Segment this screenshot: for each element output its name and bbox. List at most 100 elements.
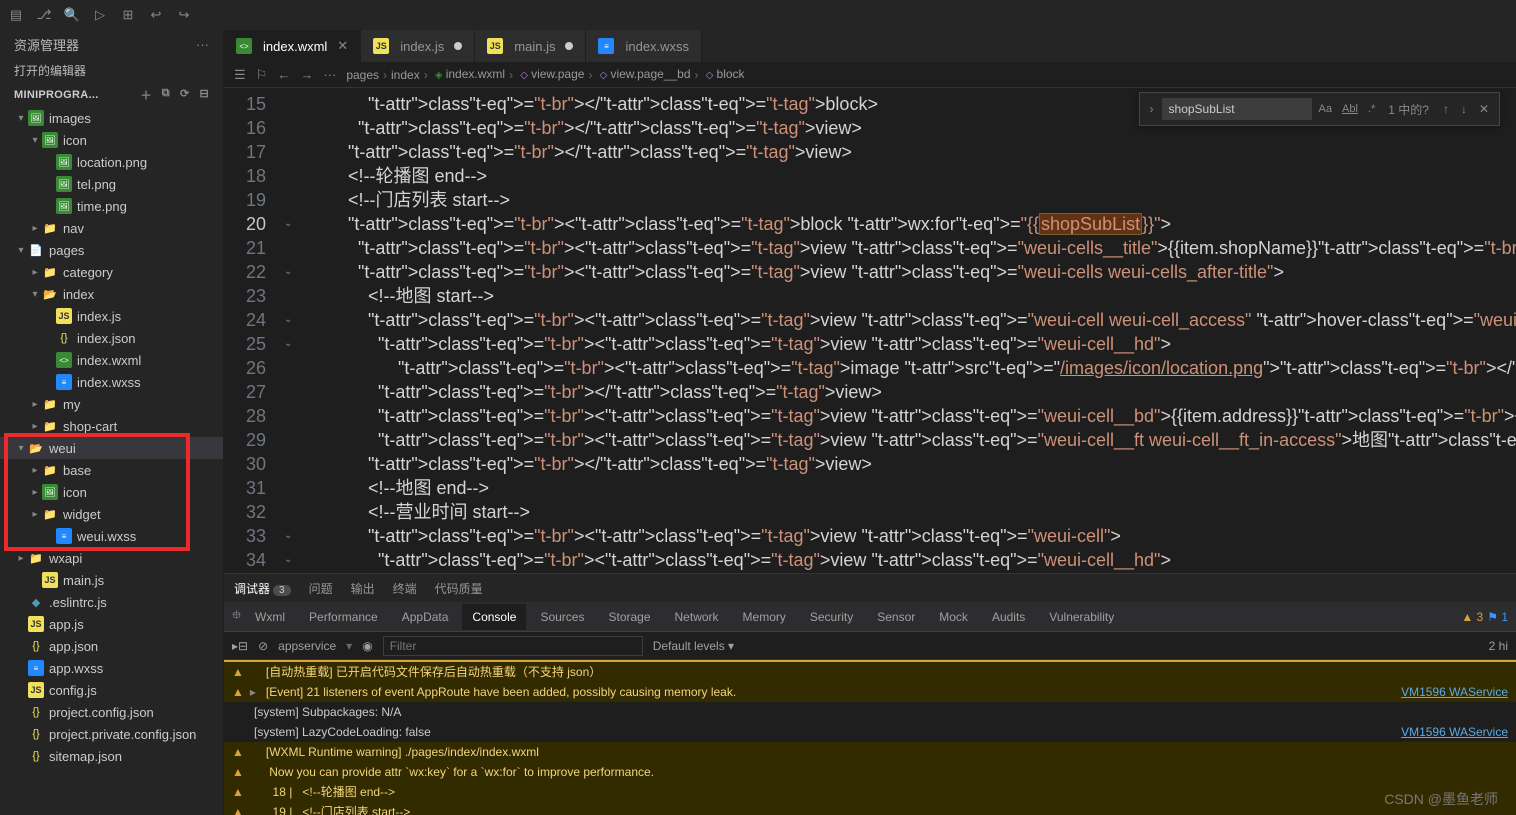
tree-item[interactable]: ▸📁shop-cart (0, 415, 223, 437)
more-icon[interactable]: ··· (323, 67, 336, 82)
tree-item[interactable]: 🖼location.png (0, 151, 223, 173)
devtool-tab-network[interactable]: Network (665, 604, 729, 630)
levels-select[interactable]: Default levels ▾ (653, 639, 734, 653)
editor-tab[interactable]: <>index.wxml✕ (224, 30, 361, 62)
tree-item[interactable]: JSindex.js (0, 305, 223, 327)
new-file-icon[interactable]: ＋ (140, 87, 151, 103)
clear-console-icon[interactable]: ⊘ (258, 639, 268, 653)
find-prev-icon[interactable]: ↑ (1439, 102, 1453, 116)
nav-fwd-icon[interactable]: → (300, 67, 313, 82)
tab-terminal[interactable]: 终端 (393, 580, 417, 597)
debug-icon[interactable]: ▷ (92, 7, 108, 23)
context-select[interactable]: appservice (278, 639, 336, 653)
tree-item[interactable]: ▸📁base (0, 459, 223, 481)
editor-tab[interactable]: JSindex.js (361, 30, 475, 62)
devtool-tab-storage[interactable]: Storage (598, 604, 660, 630)
tree-item[interactable]: ◆.eslintrc.js (0, 591, 223, 613)
eye-icon[interactable]: ◉ (362, 639, 372, 653)
tree-item[interactable]: ▸📁nav (0, 217, 223, 239)
tree-item[interactable]: ≡app.wxss (0, 657, 223, 679)
devtool-tab-sources[interactable]: Sources (530, 604, 594, 630)
tab-debugger[interactable]: 调试器3 (234, 580, 291, 597)
nav-back-icon[interactable]: ← (277, 67, 290, 82)
tree-item[interactable]: {}app.json (0, 635, 223, 657)
devtool-tab-wxml[interactable]: Wxml (245, 604, 295, 630)
close-icon[interactable]: ✕ (337, 38, 348, 54)
tree-item[interactable]: JSmain.js (0, 569, 223, 591)
devtool-tab-performance[interactable]: Performance (299, 604, 388, 630)
breadcrumb-item[interactable]: ◇block (703, 67, 745, 83)
bookmark-icon[interactable]: ⚐ (256, 67, 268, 83)
breadcrumb-item[interactable]: ◇view.page (517, 67, 584, 83)
source-link[interactable]: VM1596 WAService (1401, 723, 1508, 741)
back-icon[interactable]: ↩ (148, 7, 164, 23)
find-close-icon[interactable]: ✕ (1475, 102, 1493, 116)
search-icon[interactable]: 🔍 (64, 7, 80, 23)
files-icon[interactable]: ▤ (8, 7, 24, 23)
code-editor[interactable]: "t-attr">class"t-eq">="t-br"></"t-attr">… (298, 88, 1516, 573)
tree-item[interactable]: {}project.private.config.json (0, 723, 223, 745)
devtool-tab-console[interactable]: Console (462, 604, 526, 630)
refresh-icon[interactable]: ⟳ (180, 87, 190, 103)
tab-problems[interactable]: 问题 (309, 580, 333, 597)
regex[interactable]: .* (1365, 103, 1378, 115)
breadcrumb-item[interactable]: ◈index.wxml (432, 67, 505, 83)
devtool-tab-appdata[interactable]: AppData (392, 604, 459, 630)
devtool-tab-audits[interactable]: Audits (982, 604, 1035, 630)
tree-item[interactable]: ▾🖼images (0, 107, 223, 129)
breadcrumb[interactable]: pages›index›◈index.wxml›◇view.page›◇view… (346, 67, 744, 83)
breadcrumb-item[interactable]: pages (346, 68, 379, 82)
ext-icon[interactable]: ⊞ (120, 7, 136, 23)
tree-item[interactable]: ▸📁wxapi (0, 547, 223, 569)
breadcrumb-item[interactable]: index (391, 68, 420, 82)
tab-quality[interactable]: 代码质量 (435, 580, 483, 597)
tree-item[interactable]: <>index.wxml (0, 349, 223, 371)
toggle-sidebar-icon[interactable]: ▸⊟ (232, 639, 248, 653)
tree-item[interactable]: JSconfig.js (0, 679, 223, 701)
devtool-tab-mock[interactable]: Mock (929, 604, 978, 630)
tree-item[interactable]: ▾📄pages (0, 239, 223, 261)
tree-item[interactable]: JSapp.js (0, 613, 223, 635)
tree-item[interactable]: ▾🖼icon (0, 129, 223, 151)
tree-item[interactable]: ▸📁widget (0, 503, 223, 525)
fold-column[interactable]: ⌄⌄⌄⌄⌄⌄ (284, 88, 298, 573)
tree-item[interactable]: ▾📂index (0, 283, 223, 305)
tree-item[interactable]: {}index.json (0, 327, 223, 349)
tab-output[interactable]: 输出 (351, 580, 375, 597)
console-output[interactable]: ▲ [自动热重载] 已开启代码文件保存后自动热重载（不支持 json）▲▸[Ev… (224, 660, 1516, 815)
warn-count[interactable]: ▲ 3 (1461, 610, 1483, 624)
tree-item[interactable]: ▾📂weui (0, 437, 223, 459)
find-input[interactable] (1162, 98, 1312, 120)
find-next-icon[interactable]: ↓ (1457, 102, 1471, 116)
filter-input[interactable] (383, 636, 643, 656)
collapse-icon[interactable]: ⊟ (199, 87, 209, 103)
devtool-tab-vulnerability[interactable]: Vulnerability (1039, 604, 1124, 630)
info-count[interactable]: ⚑ 1 (1487, 610, 1508, 624)
forward-icon[interactable]: ↪ (176, 7, 192, 23)
devtool-tab-security[interactable]: Security (800, 604, 863, 630)
open-editors-header[interactable]: 打开的编辑器 (0, 58, 223, 83)
devtool-tab-sensor[interactable]: Sensor (867, 604, 925, 630)
tree-item[interactable]: ≡weui.wxss (0, 525, 223, 547)
editor-tab[interactable]: ≡index.wxss (586, 30, 702, 62)
more-icon[interactable]: ··· (196, 37, 209, 52)
list-icon[interactable]: ☰ (234, 67, 246, 83)
editor-tab[interactable]: JSmain.js (475, 30, 586, 62)
tree-item[interactable]: 🖼time.png (0, 195, 223, 217)
match-case[interactable]: Aa (1316, 103, 1335, 115)
tree-item[interactable]: ▸📁my (0, 393, 223, 415)
devtool-tab-memory[interactable]: Memory (733, 604, 796, 630)
tree-item[interactable]: ▸📁category (0, 261, 223, 283)
new-folder-icon[interactable]: ⧉ (162, 87, 170, 103)
source-link[interactable]: VM1596 WAService (1401, 683, 1508, 701)
whole-word[interactable]: Abl (1339, 103, 1361, 115)
breadcrumb-item[interactable]: ◇view.page__bd (596, 67, 690, 83)
project-name[interactable]: MINIPROGRA... (14, 89, 99, 101)
tree-item[interactable]: {}sitemap.json (0, 745, 223, 767)
inspect-icon[interactable]: ⯐ (232, 606, 241, 627)
expand-find-icon[interactable]: › (1146, 102, 1158, 116)
tree-item[interactable]: ▸🖼icon (0, 481, 223, 503)
branch-icon[interactable]: ⎇ (36, 7, 52, 23)
file-tree[interactable]: ▾🖼images▾🖼icon🖼location.png🖼tel.png🖼time… (0, 107, 223, 815)
tree-item[interactable]: ≡index.wxss (0, 371, 223, 393)
